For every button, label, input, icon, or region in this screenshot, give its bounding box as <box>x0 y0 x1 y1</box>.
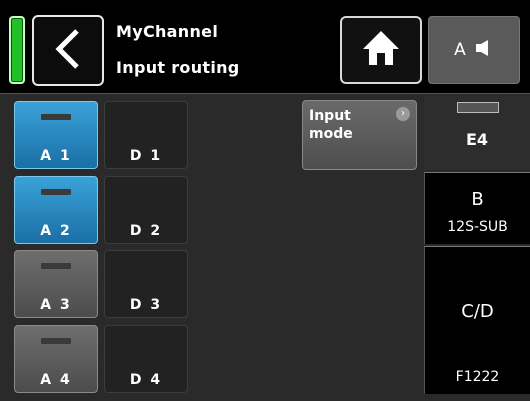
input-label: A 3 <box>40 297 72 313</box>
speaker-icon <box>474 39 494 62</box>
page-title: Input routing <box>116 58 240 77</box>
chevron-left-icon <box>53 27 83 75</box>
input-a1-button[interactable]: A 1 <box>14 101 98 169</box>
input-label: D 2 <box>129 223 163 239</box>
led-slot <box>41 189 71 195</box>
input-label: A 4 <box>40 372 72 388</box>
home-icon <box>361 29 401 71</box>
input-a4-button[interactable]: A 4 <box>14 325 98 393</box>
tab-label: C/D <box>461 301 494 322</box>
home-button[interactable] <box>340 16 422 84</box>
led-slot <box>41 263 71 269</box>
led-slot <box>41 338 71 344</box>
tab-output-cd[interactable]: C/D F1222 <box>424 246 530 394</box>
input-mode-label: Input mode <box>309 108 353 142</box>
led-slot <box>41 114 71 120</box>
input-d3-button[interactable]: D 3 <box>104 250 188 318</box>
input-d4-button[interactable]: D 4 <box>104 325 188 393</box>
tab-output-b[interactable]: B 12S-SUB <box>424 172 530 244</box>
input-d2-button[interactable]: D 2 <box>104 176 188 244</box>
input-a2-button[interactable]: A 2 <box>14 176 98 244</box>
input-mode-button[interactable]: Input mode › <box>302 100 417 170</box>
input-d1-button[interactable]: D 1 <box>104 101 188 169</box>
tab-label: E4 <box>465 130 489 149</box>
tab-label: B <box>471 189 484 210</box>
chevron-right-icon: › <box>396 107 410 121</box>
tab-speaker: F1222 <box>455 369 500 385</box>
tab-speaker: 12S-SUB <box>447 219 508 235</box>
input-label: D 1 <box>129 148 163 164</box>
input-label: A 2 <box>40 223 72 239</box>
back-button[interactable] <box>32 15 104 86</box>
amp-label: A <box>454 40 466 60</box>
input-label: D 3 <box>129 297 163 313</box>
input-label: A 1 <box>40 148 72 164</box>
amp-mute-button[interactable]: A <box>428 16 520 84</box>
channel-name: MyChannel <box>116 22 219 41</box>
input-a3-button[interactable]: A 3 <box>14 250 98 318</box>
status-indicator <box>9 16 25 84</box>
tab-output-e4[interactable]: E4 <box>424 96 530 170</box>
input-label: D 4 <box>129 372 163 388</box>
selection-indicator <box>457 102 499 113</box>
